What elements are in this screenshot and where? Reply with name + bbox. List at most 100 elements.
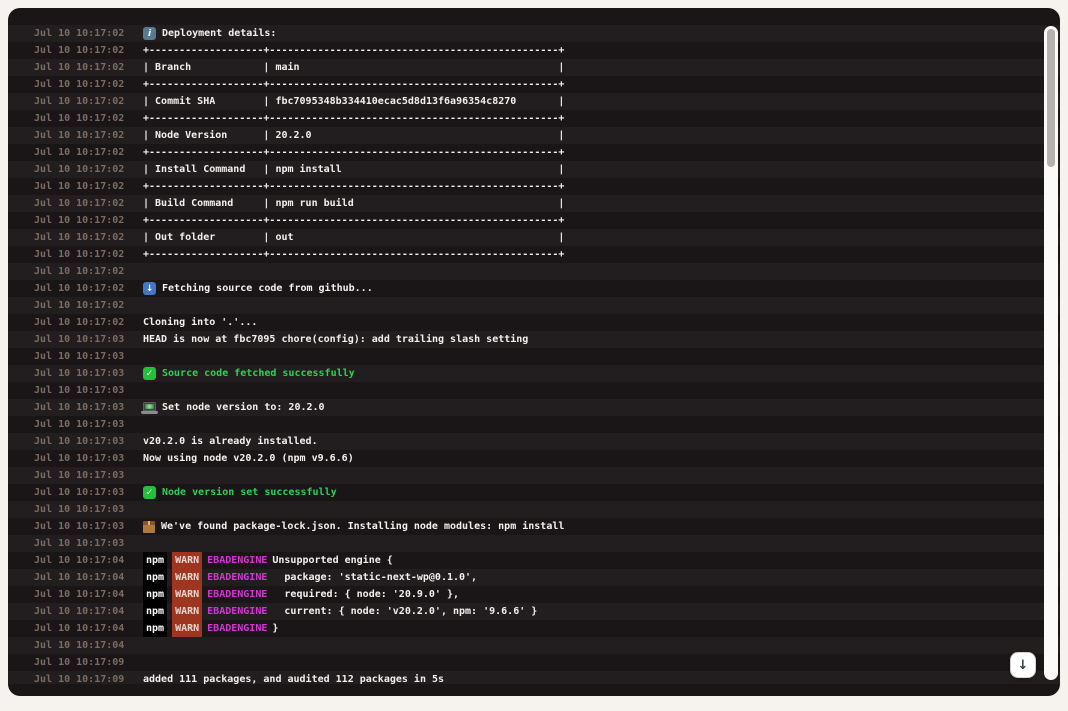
log-timestamp: Jul 10 10:17:02	[34, 314, 126, 331]
log-line: Jul 10 10:17:04npmWARNEBADENGINEUnsuppor…	[8, 552, 1060, 569]
log-message: npmWARNEBADENGINE package: 'static-next-…	[143, 569, 477, 586]
log-lines[interactable]: Jul 10 10:17:02Deployment details:Jul 10…	[8, 25, 1060, 684]
log-timestamp: Jul 10 10:17:02	[34, 93, 126, 110]
log-timestamp: Jul 10 10:17:02	[34, 280, 126, 297]
log-message: | Out folder | out |	[143, 229, 564, 246]
warn-badge: WARN	[172, 620, 202, 637]
log-line: Jul 10 10:17:03Node version set successf…	[8, 484, 1060, 501]
log-line: Jul 10 10:17:02	[8, 297, 1060, 314]
log-message: npmWARNEBADENGINE}	[143, 620, 278, 637]
log-message: Cloning into '.'...	[143, 314, 257, 331]
log-line: Jul 10 10:17:03 Source code fetched succe…	[8, 365, 1060, 382]
error-code: EBADENGINE	[207, 586, 267, 603]
log-message: Source code fetched successfully	[143, 365, 355, 382]
log-timestamp: Jul 10 10:17:02	[34, 42, 126, 59]
log-timestamp: Jul 10 10:17:02	[34, 246, 126, 263]
log-line: Jul 10 10:17:02+-------------------+----…	[8, 76, 1060, 93]
log-line: Jul 10 10:17:02 +-------------------+----…	[8, 212, 1060, 229]
log-timestamp: Jul 10 10:17:02	[34, 263, 126, 280]
log-line: Jul 10 10:17:02+-------------------+----…	[8, 246, 1060, 263]
log-timestamp: Jul 10 10:17:02	[34, 212, 126, 229]
log-timestamp: Jul 10 10:17:03	[34, 450, 126, 467]
log-timestamp: Jul 10 10:17:09	[34, 654, 126, 671]
log-line: Jul 10 10:17:02 +-------------------+----…	[8, 178, 1060, 195]
log-timestamp: Jul 10 10:17:03	[34, 518, 126, 535]
log-message: Fetching source code from github...	[143, 280, 373, 297]
log-line: Jul 10 10:17:02 Cloning into '.'...	[8, 314, 1060, 331]
log-scrollbar-thumb[interactable]	[1047, 29, 1055, 167]
log-message: Set node version to: 20.2.0	[143, 399, 325, 416]
down-icon	[143, 282, 156, 295]
log-line: Jul 10 10:17:03 We've found package-lock.…	[8, 518, 1060, 535]
log-timestamp: Jul 10 10:17:03	[34, 331, 126, 348]
log-timestamp: Jul 10 10:17:02	[34, 178, 126, 195]
log-timestamp: Jul 10 10:17:02	[34, 229, 126, 246]
log-message: We've found package-lock.json. Installin…	[143, 518, 564, 535]
error-code: EBADENGINE	[207, 569, 267, 586]
check-icon	[143, 486, 156, 499]
log-line: Jul 10 10:17:02 +-------------------+----…	[8, 42, 1060, 59]
log-line: Jul 10 10:17:02| Install Command | npm i…	[8, 161, 1060, 178]
log-message: added 111 packages, and audited 112 pack…	[143, 671, 444, 684]
log-line: Jul 10 10:17:03 v20.2.0 is already instal…	[8, 433, 1060, 450]
log-message: v20.2.0 is already installed.	[143, 433, 318, 450]
scroll-to-bottom-button[interactable]: ↓	[1010, 652, 1036, 678]
log-timestamp: Jul 10 10:17:02	[34, 297, 126, 314]
warn-badge: WARN	[172, 603, 202, 620]
error-code: EBADENGINE	[207, 603, 267, 620]
log-line: Jul 10 10:17:02Deployment details:	[8, 25, 1060, 42]
log-message: HEAD is now at fbc7095 chore(config): ad…	[143, 331, 528, 348]
log-line: Jul 10 10:17:04npmWARNEBADENGINE package…	[8, 569, 1060, 586]
log-timestamp: Jul 10 10:17:02	[34, 144, 126, 161]
log-timestamp: Jul 10 10:17:03	[34, 467, 126, 484]
error-code: EBADENGINE	[207, 620, 267, 637]
log-timestamp: Jul 10 10:17:04	[34, 552, 126, 569]
log-line: Jul 10 10:17:04npmWARNEBADENGINE require…	[8, 586, 1060, 603]
log-line: Jul 10 10:17:02 +-------------------+----…	[8, 144, 1060, 161]
npm-badge: npm	[143, 569, 167, 586]
log-line: Jul 10 10:17:03	[8, 382, 1060, 399]
log-line: Jul 10 10:17:09	[8, 654, 1060, 671]
log-message: +-------------------+-------------------…	[143, 42, 564, 59]
log-timestamp: Jul 10 10:17:04	[34, 620, 126, 637]
log-line: Jul 10 10:17:03 HEAD is now at fbc7095 ch…	[8, 331, 1060, 348]
log-line: Jul 10 10:17:03	[8, 467, 1060, 484]
log-message: | Build Command | npm run build |	[143, 195, 564, 212]
log-timestamp: Jul 10 10:17:04	[34, 569, 126, 586]
log-message: +-------------------+-------------------…	[143, 110, 564, 127]
log-timestamp: Jul 10 10:17:03	[34, 348, 126, 365]
log-line: Jul 10 10:17:02	[8, 263, 1060, 280]
log-line: Jul 10 10:17:03Set node version to: 20.2…	[8, 399, 1060, 416]
log-timestamp: Jul 10 10:17:09	[34, 671, 126, 684]
log-message: +-------------------+-------------------…	[143, 144, 564, 161]
log-message: Deployment details:	[143, 25, 276, 42]
log-timestamp: Jul 10 10:17:04	[34, 637, 126, 654]
deployment-log-panel: Jul 10 10:17:02Deployment details:Jul 10…	[8, 8, 1060, 696]
npm-badge: npm	[143, 603, 167, 620]
log-line: Jul 10 10:17:02 Fetching source code from…	[8, 280, 1060, 297]
log-message: +-------------------+-------------------…	[143, 212, 564, 229]
log-line: Jul 10 10:17:02+-------------------+----…	[8, 110, 1060, 127]
log-line: Jul 10 10:17:03	[8, 348, 1060, 365]
log-timestamp: Jul 10 10:17:03	[34, 416, 126, 433]
log-message: | Branch | main |	[143, 59, 564, 76]
warn-badge: WARN	[172, 569, 202, 586]
log-message: +-------------------+-------------------…	[143, 178, 564, 195]
log-line: Jul 10 10:17:02 | Commit SHA | fbc7095348…	[8, 93, 1060, 110]
log-line: Jul 10 10:17:02 | Out folder | out |	[8, 229, 1060, 246]
log-timestamp: Jul 10 10:17:04	[34, 603, 126, 620]
log-message: | Commit SHA | fbc7095348b334410ecac5d8d…	[143, 93, 564, 110]
log-line: Jul 10 10:17:03	[8, 416, 1060, 433]
npm-badge: npm	[143, 620, 167, 637]
laptop-icon	[143, 402, 156, 411]
log-timestamp: Jul 10 10:17:02	[34, 59, 126, 76]
warn-badge: WARN	[172, 586, 202, 603]
log-line: Jul 10 10:17:02 | Build Command | npm run…	[8, 195, 1060, 212]
log-timestamp: Jul 10 10:17:03	[34, 382, 126, 399]
log-scrollbar[interactable]	[1044, 26, 1058, 680]
log-timestamp: Jul 10 10:17:02	[34, 195, 126, 212]
log-timestamp: Jul 10 10:17:02	[34, 161, 126, 178]
log-timestamp: Jul 10 10:17:03	[34, 365, 126, 382]
log-timestamp: Jul 10 10:17:03	[34, 433, 126, 450]
log-message: | Node Version | 20.2.0 |	[143, 127, 564, 144]
